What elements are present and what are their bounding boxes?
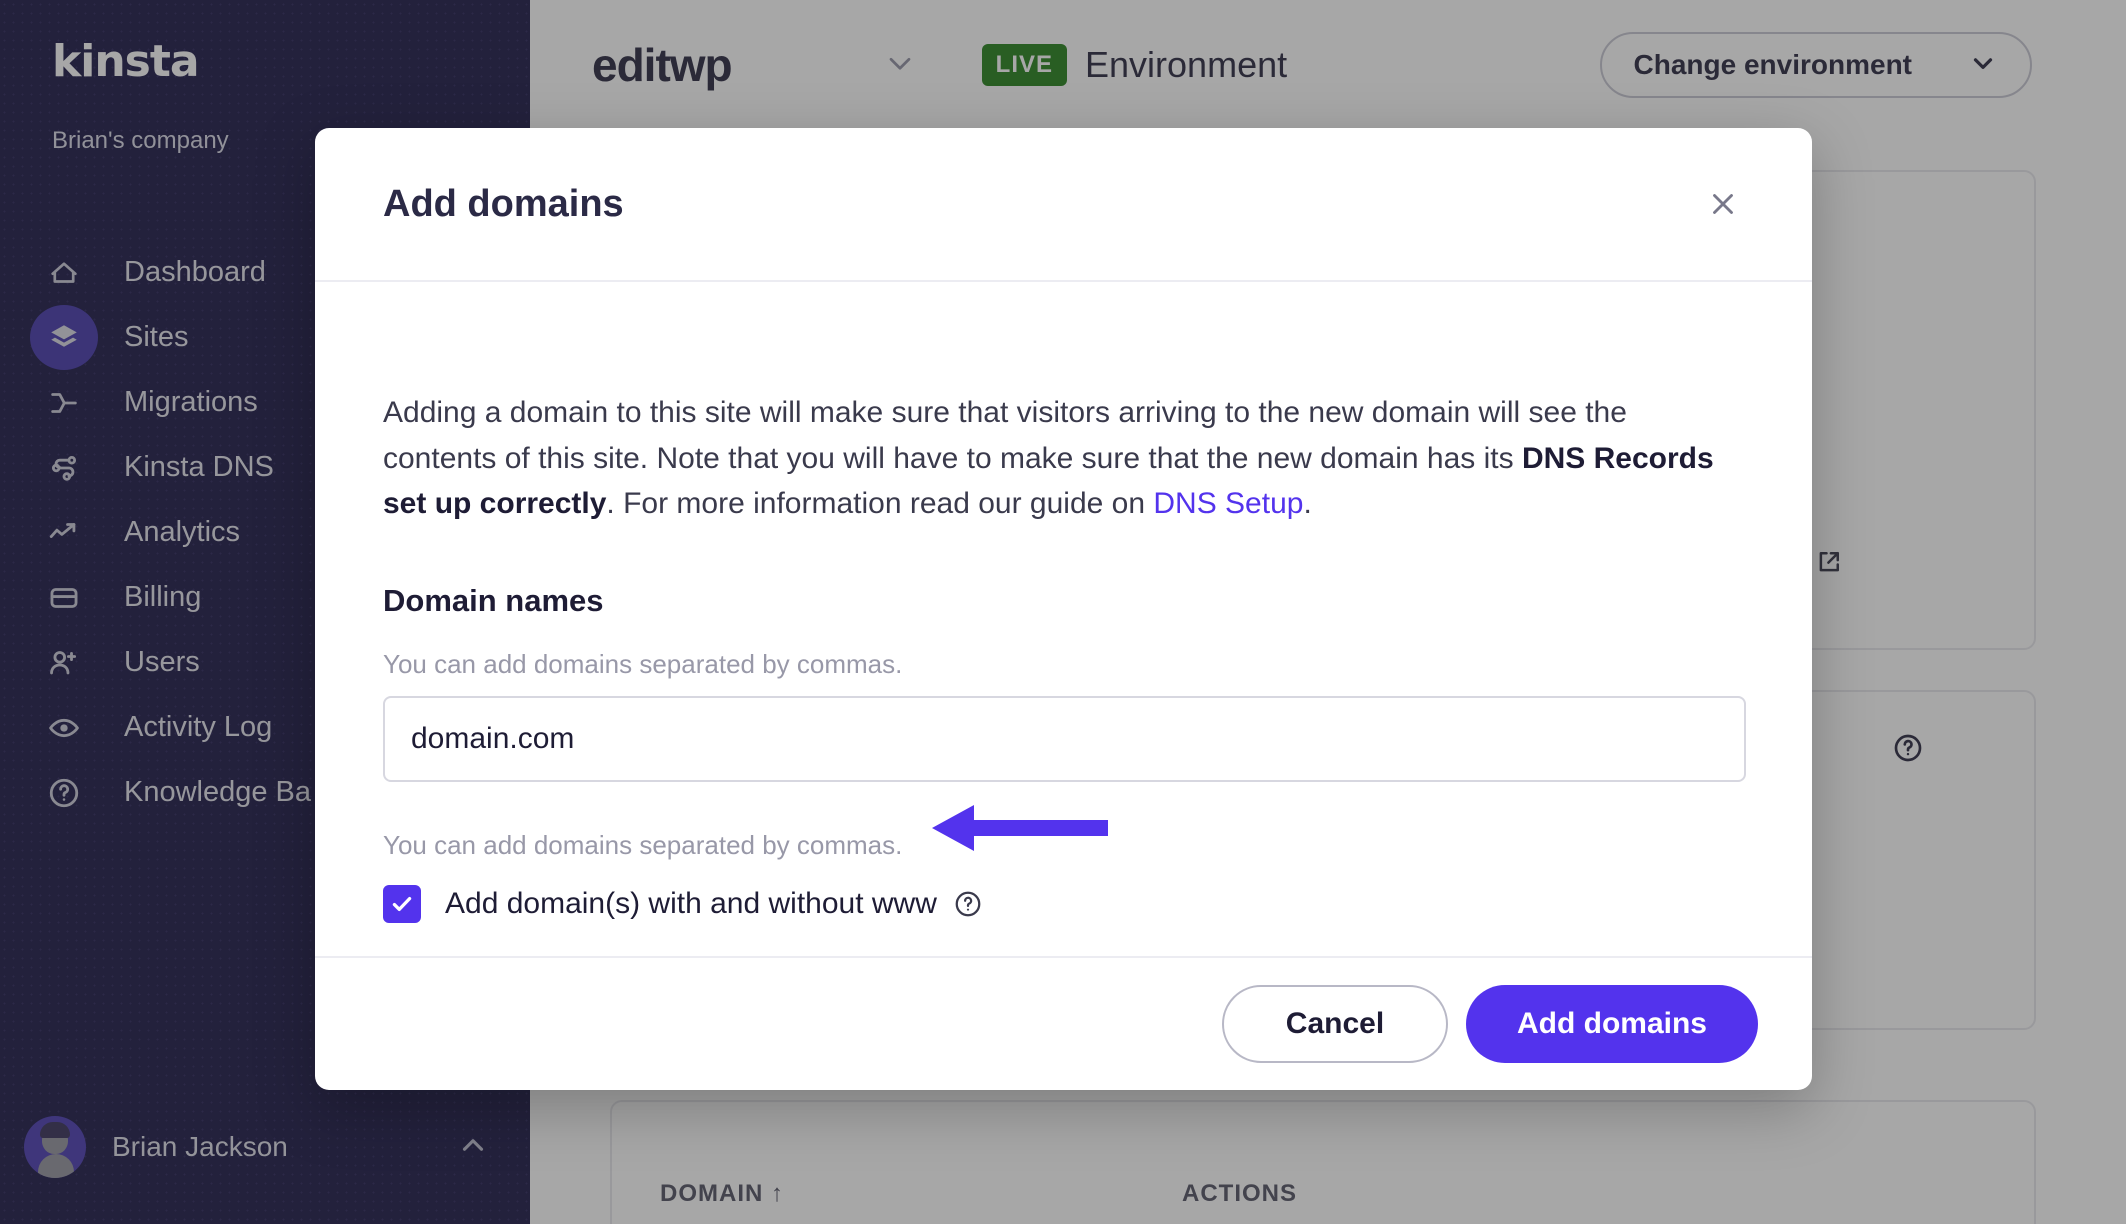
helper-text-bottom: You can add domains separated by commas.: [383, 829, 903, 860]
modal-body: Adding a domain to this site will make s…: [315, 282, 1812, 956]
modal-intro-text: Adding a domain to this site will make s…: [383, 390, 1744, 527]
add-domains-button[interactable]: Add domains: [1466, 985, 1758, 1063]
modal-footer: Cancel Add domains: [315, 956, 1812, 1090]
www-checkbox-label: Add domain(s) with and without www: [445, 886, 937, 920]
modal-title: Add domains: [383, 182, 624, 225]
close-icon[interactable]: [1700, 181, 1746, 227]
add-domains-modal: Add domains Adding a domain to this site…: [315, 128, 1812, 1090]
domain-names-label: Domain names: [383, 582, 604, 618]
domain-names-input[interactable]: [383, 695, 1746, 782]
helper-text-top: You can add domains separated by commas.: [383, 648, 903, 679]
dns-setup-link[interactable]: DNS Setup: [1153, 487, 1303, 520]
intro-part-2: . For more information read our guide on: [606, 487, 1154, 521]
www-checkbox-row: Add domain(s) with and without www: [383, 884, 1744, 923]
modal-header: Add domains: [315, 128, 1812, 282]
question-circle-icon[interactable]: [953, 889, 983, 919]
intro-part-3: .: [1303, 487, 1312, 521]
www-checkbox[interactable]: [383, 884, 421, 923]
intro-part-1: Adding a domain to this site will make s…: [383, 396, 1627, 475]
cancel-button[interactable]: Cancel: [1222, 985, 1448, 1063]
